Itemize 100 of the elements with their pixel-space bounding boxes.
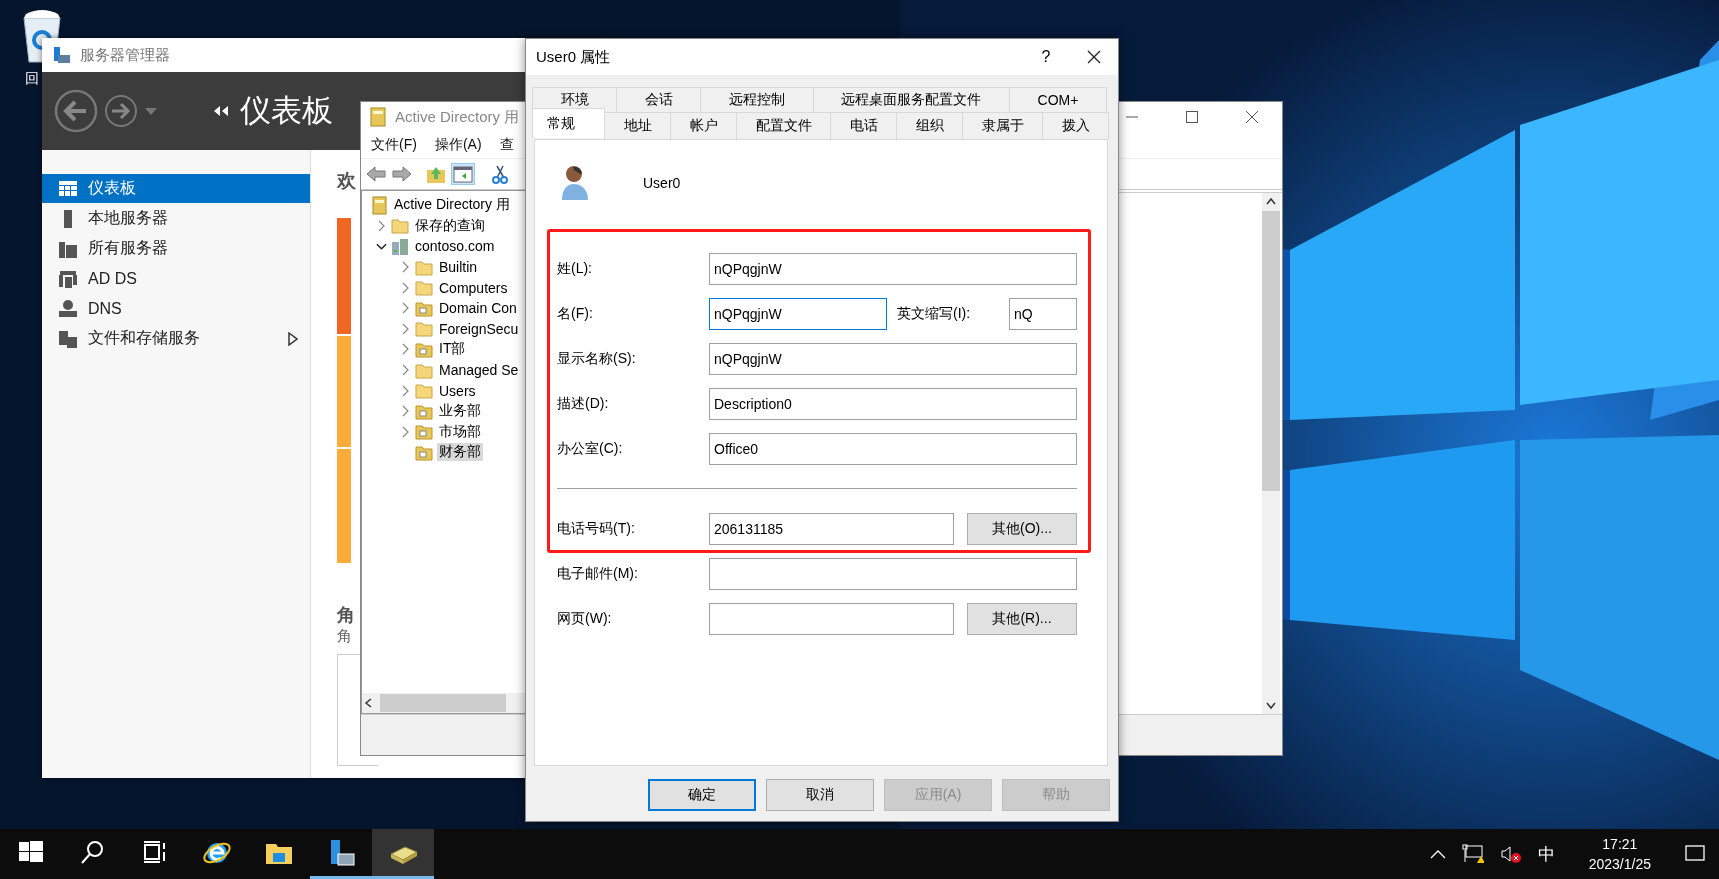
input-method-indicator[interactable]: 中 xyxy=(1537,842,1555,866)
input-field[interactable]: Description0 xyxy=(709,388,1077,420)
tree-item[interactable]: contoso.com xyxy=(413,238,497,255)
tree-item[interactable]: Builtin xyxy=(437,259,480,276)
input-field[interactable] xyxy=(709,603,954,635)
field-label: 办公室(C): xyxy=(557,440,624,458)
chevron-right-icon[interactable] xyxy=(378,219,385,232)
dialog-button[interactable]: 确定 xyxy=(648,779,756,811)
field-label: 名(F): xyxy=(557,305,594,323)
input-field[interactable]: nQPqgjnW xyxy=(709,253,1077,285)
book-icon xyxy=(370,195,388,215)
field-label: 描述(D): xyxy=(557,395,610,413)
forward-icon[interactable] xyxy=(104,94,138,128)
menu-item[interactable]: 操作(A) xyxy=(434,136,482,154)
field-label: 英文缩写(I): xyxy=(897,305,972,323)
input-field[interactable]: nQ xyxy=(1009,298,1077,330)
input-field[interactable]: 206131185 xyxy=(709,513,954,545)
book-icon xyxy=(369,107,387,127)
tree-item[interactable]: 保存的查询 xyxy=(413,216,487,235)
other-button[interactable]: 其他(O)... xyxy=(967,513,1077,545)
chevron-up-icon[interactable] xyxy=(1429,849,1446,859)
tree-item[interactable]: Domain Con xyxy=(437,300,519,317)
close-icon[interactable] xyxy=(1087,50,1101,64)
tree-item[interactable]: 业务部 xyxy=(437,402,483,421)
tree-item[interactable]: ForeignSecu xyxy=(437,320,521,337)
volume-muted-icon[interactable] xyxy=(1499,844,1522,864)
field-label: 显示名称(S): xyxy=(557,350,637,368)
chevron-right-icon[interactable] xyxy=(402,302,409,315)
tree-item[interactable]: 财务部 xyxy=(437,443,483,462)
scroll-up-icon[interactable] xyxy=(1265,197,1277,205)
desktop-icon-label[interactable]: 回 xyxy=(20,70,39,88)
section-heading: 角 xyxy=(337,604,355,627)
scissors-icon[interactable] xyxy=(491,164,509,184)
field-label: 姓(L): xyxy=(557,260,593,278)
tab[interactable]: COM+ xyxy=(1008,87,1107,112)
sidebar-item[interactable]: 所有服务器 xyxy=(42,234,310,263)
tree-item[interactable]: 市场部 xyxy=(437,422,483,441)
sidebar-item[interactable]: 仪表板 xyxy=(42,174,310,203)
dashboard-tile[interactable] xyxy=(337,218,351,334)
dashboard-tile[interactable] xyxy=(337,449,351,563)
menu-item[interactable]: 文件(F) xyxy=(371,136,417,154)
tab[interactable]: 地址 xyxy=(604,112,671,139)
chevron-right-icon[interactable] xyxy=(402,322,409,335)
chevron-right-icon[interactable] xyxy=(402,405,409,418)
tree-item[interactable]: Computers xyxy=(437,279,510,296)
tree-item[interactable]: IT部 xyxy=(437,340,468,359)
window-title: 服务器管理器 xyxy=(80,45,170,65)
horizontal-scrollbar[interactable] xyxy=(362,693,526,713)
close-icon[interactable] xyxy=(1244,111,1260,123)
server-manager-icon xyxy=(52,45,72,65)
dropdown-icon[interactable] xyxy=(144,106,158,116)
tree-item[interactable]: Users xyxy=(437,382,478,399)
user-icon xyxy=(561,164,589,202)
back-icon[interactable] xyxy=(54,89,98,133)
folder-icon xyxy=(415,319,433,339)
chevron-right-icon[interactable] xyxy=(402,425,409,438)
scroll-down-icon[interactable] xyxy=(1265,702,1277,710)
directory-icon xyxy=(58,268,78,289)
welcome-heading: 欢 xyxy=(337,169,356,193)
sidebar-item[interactable]: AD DS xyxy=(42,264,310,293)
collapse-icon[interactable] xyxy=(212,105,230,117)
dialog-title: User0 属性 xyxy=(536,47,611,67)
maximize-icon[interactable] xyxy=(1184,111,1200,123)
tree-item[interactable]: Managed Se xyxy=(437,362,521,379)
tab[interactable]: 拨入 xyxy=(1042,112,1109,139)
chevron-right-icon[interactable] xyxy=(402,281,409,294)
input-field[interactable]: nQPqgjnW xyxy=(709,298,887,330)
forward-arrow-icon[interactable] xyxy=(391,165,413,183)
network-warning-icon[interactable] xyxy=(1461,844,1484,864)
chevron-right-icon[interactable] xyxy=(402,364,409,377)
dashboard-tile[interactable] xyxy=(337,336,351,447)
chevron-right-icon[interactable] xyxy=(402,384,409,397)
other-button[interactable]: 其他(R)... xyxy=(967,603,1077,635)
help-button[interactable]: ? xyxy=(1022,48,1070,66)
chevron-down-icon[interactable] xyxy=(376,243,387,250)
chevron-right-icon[interactable] xyxy=(402,261,409,274)
sidebar-item[interactable]: 本地服务器 xyxy=(42,204,310,233)
folder-icon xyxy=(391,216,409,236)
input-field[interactable]: Office0 xyxy=(709,433,1077,465)
vertical-scrollbar[interactable] xyxy=(1262,193,1280,714)
sidebar-item[interactable]: 文件和存储服务 xyxy=(42,324,310,353)
dialog-button[interactable]: 取消 xyxy=(766,779,874,811)
tree-item[interactable]: Active Directory 用 xyxy=(392,196,512,215)
tab[interactable]: 常规 xyxy=(532,108,605,138)
window-title: Active Directory 用 xyxy=(395,107,520,127)
sidebar-item[interactable]: DNS xyxy=(42,294,310,323)
chevron-right-icon[interactable] xyxy=(402,343,409,356)
server-rack-icon xyxy=(391,237,409,256)
input-field[interactable]: nQPqgjnW xyxy=(709,343,1077,375)
field-label: 电话号码(T): xyxy=(557,520,636,538)
menu-item[interactable]: 查 xyxy=(499,136,514,154)
console-tree-icon[interactable] xyxy=(452,164,474,184)
notification-icon[interactable] xyxy=(1685,845,1705,863)
field-label: 网页(W): xyxy=(557,610,613,628)
dashboard-icon xyxy=(58,178,78,199)
field-label: 电子邮件(M): xyxy=(557,565,639,583)
file-storage-icon xyxy=(58,328,78,349)
input-field[interactable] xyxy=(709,558,1077,590)
back-arrow-icon[interactable] xyxy=(365,165,387,183)
clock[interactable]: 17:21 2023/1/25 xyxy=(1588,834,1651,874)
